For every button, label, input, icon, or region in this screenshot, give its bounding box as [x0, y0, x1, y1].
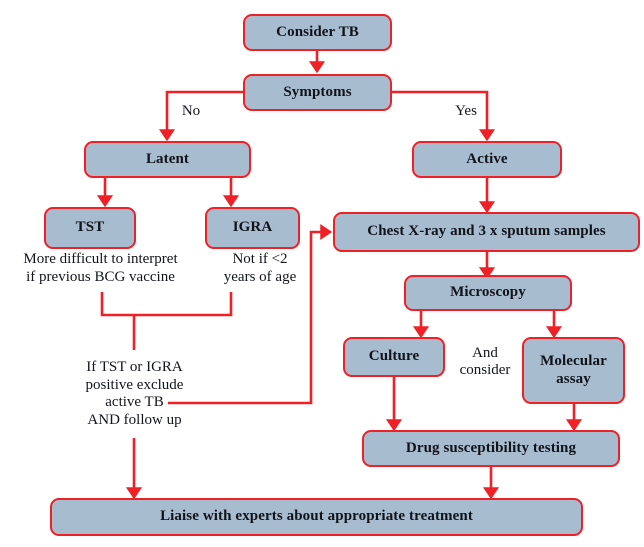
node-latent[interactable]: Latent [84, 141, 251, 178]
edge-notes-merge [100, 292, 233, 317]
node-molecular-assay[interactable]: Molecular assay [522, 337, 625, 404]
note-tst: More difficult to interpret if previous … [23, 251, 178, 285]
node-consider-tb[interactable]: Consider TB [243, 14, 392, 51]
node-active[interactable]: Active [412, 141, 562, 178]
edge-label-no: No [181, 103, 201, 119]
node-liaise[interactable]: Liaise with experts about appropriate tr… [50, 498, 583, 536]
node-symptoms[interactable]: Symptoms [243, 74, 392, 111]
note-positive-exclude: If TST or IGRA positive exclude active T… [85, 359, 184, 429]
node-chest-xray[interactable]: Chest X-ray and 3 x sputum samples [333, 212, 640, 252]
edge-label-yes: Yes [455, 103, 477, 119]
flowchart-canvas: Consider TB Symptoms Latent Active TST I… [0, 0, 644, 547]
node-igra[interactable]: IGRA [205, 207, 300, 249]
edge-label-and-consider: And consider [459, 345, 511, 379]
note-igra: Not if <2 years of age [223, 251, 297, 285]
node-microscopy[interactable]: Microscopy [404, 275, 572, 311]
node-tst[interactable]: TST [44, 207, 136, 249]
node-culture[interactable]: Culture [343, 337, 445, 377]
node-drug-susceptibility[interactable]: Drug susceptibility testing [362, 430, 620, 467]
